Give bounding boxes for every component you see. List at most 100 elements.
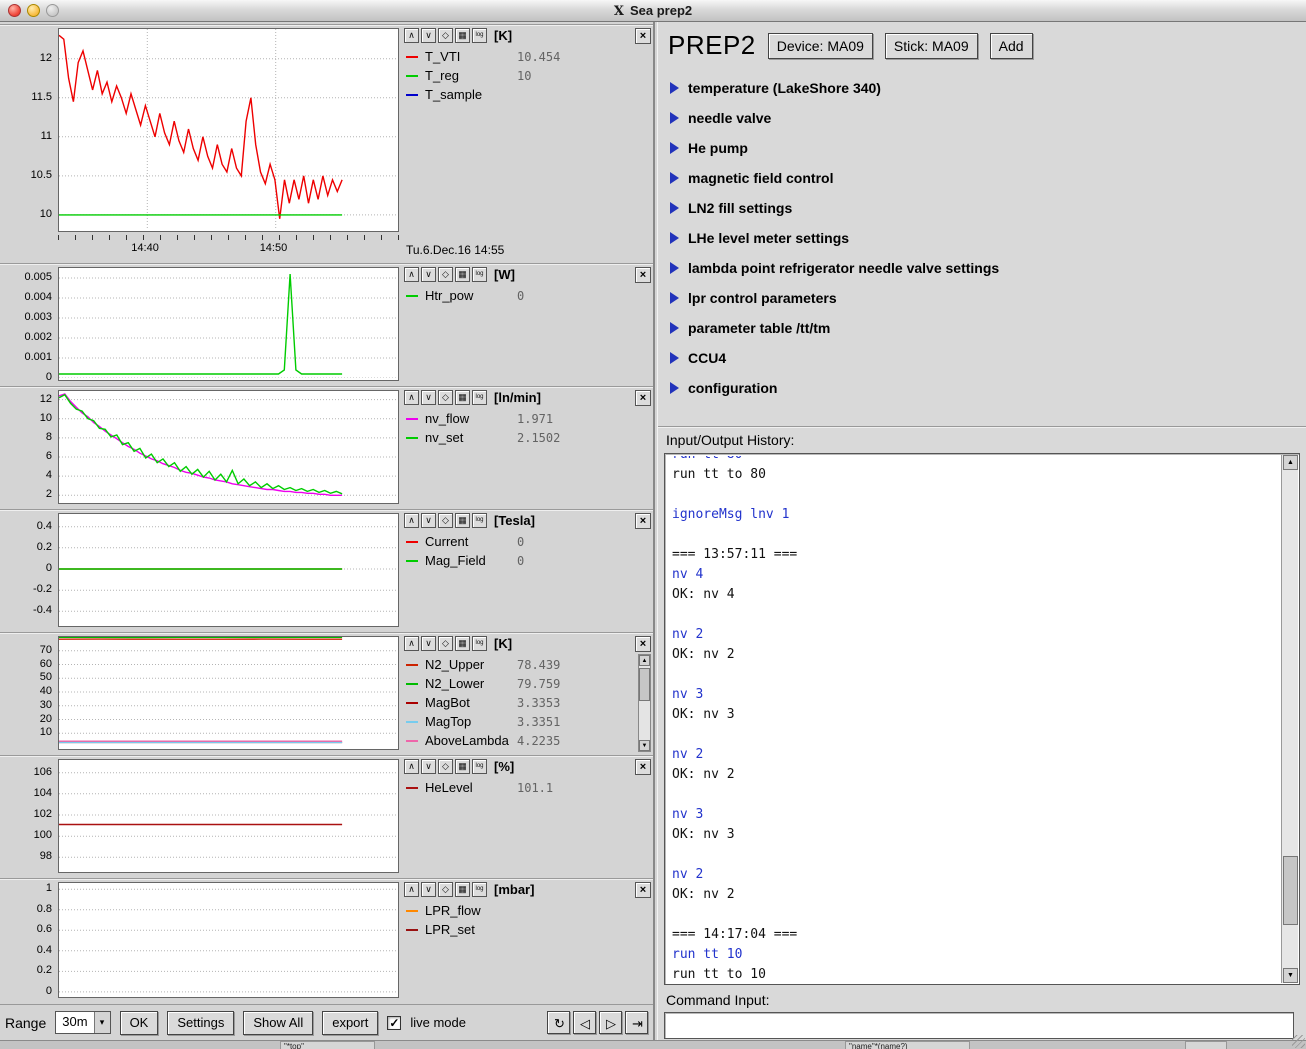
plot-svg — [59, 268, 396, 378]
tree-item[interactable]: magnetic field control — [670, 163, 1306, 193]
zoom-icon[interactable]: ◇ — [438, 513, 453, 528]
legend-scrollbar[interactable]: ▲▼ — [638, 654, 651, 752]
plot-canvas[interactable] — [58, 28, 399, 232]
reload-button[interactable]: ↻ — [547, 1011, 570, 1034]
shift-down-icon[interactable]: ∨ — [421, 882, 436, 897]
io-history-box[interactable]: run tt 80run tt to 80ignoreMsg lnv 1=== … — [664, 453, 1300, 985]
range-select[interactable]: 30m ▾ — [55, 1011, 110, 1034]
plot-canvas[interactable] — [58, 267, 399, 381]
close-icon[interactable]: × — [635, 759, 651, 775]
scroll-up-icon[interactable]: ▲ — [639, 655, 650, 666]
live-mode-checkbox[interactable]: ✓ — [387, 1016, 401, 1030]
settings-button[interactable]: Settings — [167, 1011, 234, 1035]
shift-down-icon[interactable]: ∨ — [421, 759, 436, 774]
log-icon[interactable]: log — [472, 636, 487, 651]
scroll-down-icon[interactable]: ▼ — [1283, 968, 1298, 983]
expand-triangle-icon[interactable] — [670, 112, 679, 124]
shift-up-icon[interactable]: ∧ — [404, 882, 419, 897]
command-input[interactable] — [664, 1012, 1294, 1039]
close-icon[interactable]: × — [635, 636, 651, 652]
chevron-down-icon[interactable]: ▾ — [94, 1012, 110, 1033]
shift-down-icon[interactable]: ∨ — [421, 28, 436, 43]
scroll-up-icon[interactable]: ▲ — [1283, 455, 1298, 470]
expand-triangle-icon[interactable] — [670, 232, 679, 244]
ok-button[interactable]: OK — [120, 1011, 159, 1035]
shift-up-icon[interactable]: ∧ — [404, 759, 419, 774]
shift-up-icon[interactable]: ∧ — [404, 636, 419, 651]
export-button[interactable]: export — [322, 1011, 378, 1035]
plot-canvas[interactable] — [58, 759, 399, 873]
zoom-icon[interactable]: ◇ — [438, 267, 453, 282]
expand-triangle-icon[interactable] — [670, 172, 679, 184]
tree-item[interactable]: He pump — [670, 133, 1306, 163]
close-icon[interactable]: × — [635, 267, 651, 283]
log-icon[interactable]: log — [472, 882, 487, 897]
log-icon[interactable]: log — [472, 513, 487, 528]
tree-item[interactable]: temperature (LakeShore 340) — [670, 73, 1306, 103]
shift-down-icon[interactable]: ∨ — [421, 390, 436, 405]
scroll-down-icon[interactable]: ▼ — [639, 740, 650, 751]
log-icon[interactable]: log — [472, 759, 487, 774]
close-icon[interactable]: × — [635, 28, 651, 44]
tree-item[interactable]: LN2 fill settings — [670, 193, 1306, 223]
expand-triangle-icon[interactable] — [670, 142, 679, 154]
plot-canvas[interactable] — [58, 636, 399, 750]
plot-canvas[interactable] — [58, 513, 399, 627]
log-icon[interactable]: log — [472, 390, 487, 405]
grid-icon[interactable]: ▦ — [455, 267, 470, 282]
stick-button[interactable]: Stick: MA09 — [885, 33, 978, 59]
close-icon[interactable]: × — [635, 390, 651, 406]
zoom-icon[interactable]: ◇ — [438, 28, 453, 43]
device-button[interactable]: Device: MA09 — [768, 33, 873, 59]
shift-up-icon[interactable]: ∧ — [404, 513, 419, 528]
show-all-button[interactable]: Show All — [243, 1011, 313, 1035]
zoom-icon[interactable]: ◇ — [438, 636, 453, 651]
expand-triangle-icon[interactable] — [670, 352, 679, 364]
shift-down-icon[interactable]: ∨ — [421, 267, 436, 282]
history-scrollbar[interactable]: ▲ ▼ — [1281, 455, 1298, 983]
next-button[interactable]: ▷ — [599, 1011, 622, 1034]
zoom-icon[interactable]: ◇ — [438, 759, 453, 774]
close-icon[interactable]: × — [635, 513, 651, 529]
grid-icon[interactable]: ▦ — [455, 390, 470, 405]
expand-triangle-icon[interactable] — [670, 322, 679, 334]
grid-icon[interactable]: ▦ — [455, 28, 470, 43]
tree-item[interactable]: lpr control parameters — [670, 283, 1306, 313]
grid-icon[interactable]: ▦ — [455, 636, 470, 651]
shift-down-icon[interactable]: ∨ — [421, 636, 436, 651]
expand-triangle-icon[interactable] — [670, 82, 679, 94]
grid-icon[interactable]: ▦ — [455, 759, 470, 774]
tree-item[interactable]: CCU4 — [670, 343, 1306, 373]
add-button[interactable]: Add — [990, 33, 1033, 59]
shift-up-icon[interactable]: ∧ — [404, 267, 419, 282]
log-icon[interactable]: log — [472, 267, 487, 282]
background-window-fragment — [1185, 1041, 1227, 1049]
tree-item[interactable]: configuration — [670, 373, 1306, 403]
grid-icon[interactable]: ▦ — [455, 882, 470, 897]
resize-grip[interactable] — [1292, 1035, 1305, 1048]
tree-item[interactable]: parameter table /tt/tm — [670, 313, 1306, 343]
shift-up-icon[interactable]: ∧ — [404, 28, 419, 43]
close-icon[interactable]: × — [635, 882, 651, 898]
end-button[interactable]: ⇥ — [625, 1011, 648, 1034]
tree-item[interactable]: lambda point refrigerator needle valve s… — [670, 253, 1306, 283]
grid-icon[interactable]: ▦ — [455, 513, 470, 528]
tree-item[interactable]: LHe level meter settings — [670, 223, 1306, 253]
expand-triangle-icon[interactable] — [670, 202, 679, 214]
prev-button[interactable]: ◁ — [573, 1011, 596, 1034]
expand-triangle-icon[interactable] — [670, 382, 679, 394]
tree-item[interactable]: needle valve — [670, 103, 1306, 133]
scrollbar-thumb[interactable] — [1283, 856, 1298, 925]
plot-canvas[interactable] — [58, 882, 399, 998]
legend-entry: HeLevel101.1 — [404, 778, 651, 797]
plot-canvas[interactable] — [58, 390, 399, 504]
zoom-icon[interactable]: ◇ — [438, 882, 453, 897]
zoom-icon[interactable]: ◇ — [438, 390, 453, 405]
shift-up-icon[interactable]: ∧ — [404, 390, 419, 405]
expand-triangle-icon[interactable] — [670, 292, 679, 304]
expand-triangle-icon[interactable] — [670, 262, 679, 274]
plot-toolbar: ∧∨◇▦log [%] × — [404, 758, 651, 775]
scrollbar-thumb[interactable] — [639, 668, 650, 701]
shift-down-icon[interactable]: ∨ — [421, 513, 436, 528]
log-icon[interactable]: log — [472, 28, 487, 43]
